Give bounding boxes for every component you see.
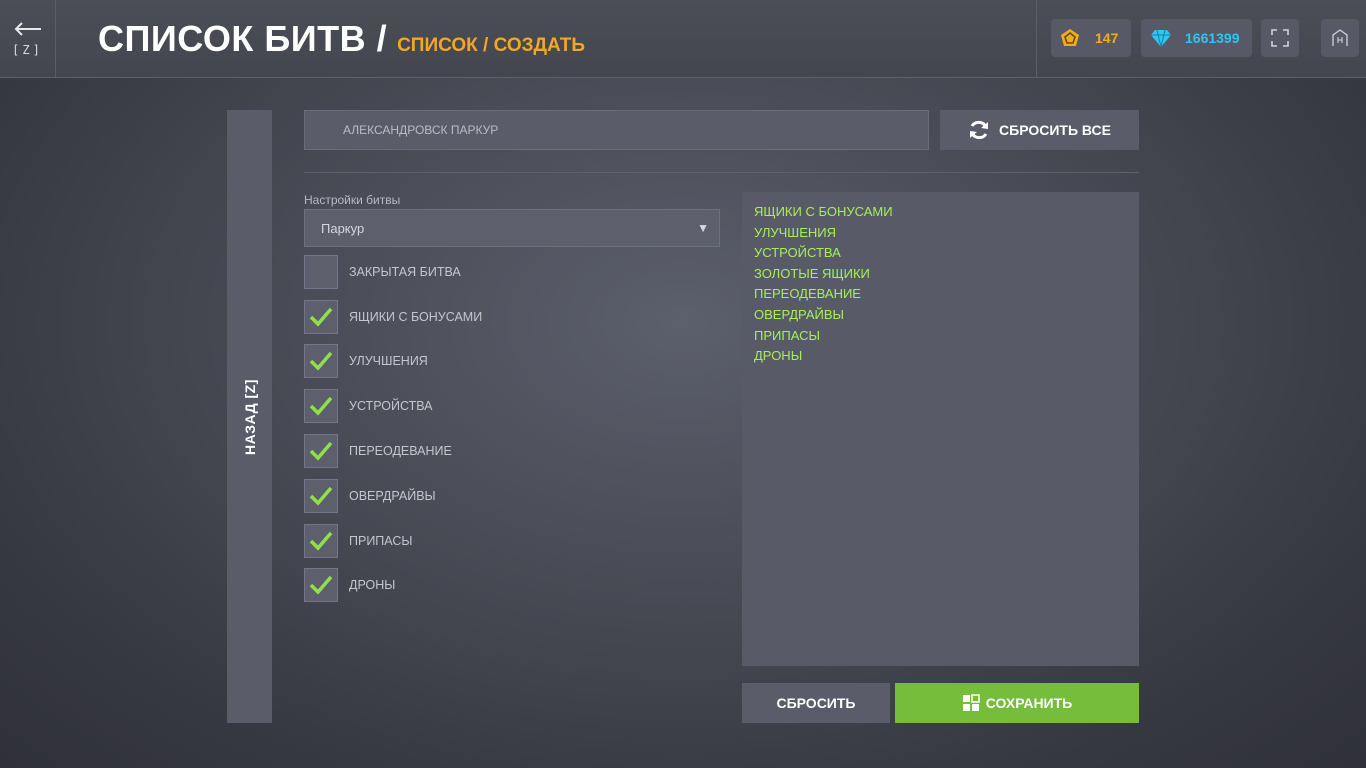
page-title: СПИСОК БИТВ / [98, 18, 388, 59]
settings-summary-panel: ЯЩИКИ С БОНУСАМИ УЛУЧШЕНИЯ УСТРОЙСТВА ЗО… [742, 192, 1139, 666]
divider [304, 172, 1139, 173]
option-upgrades[interactable]: УЛУЧШЕНИЯ [304, 344, 704, 378]
summary-item: ДРОНЫ [754, 348, 803, 364]
refresh-icon [970, 120, 989, 140]
home-button[interactable] [1321, 19, 1359, 57]
checkmark-icon [309, 531, 333, 551]
checkbox[interactable] [304, 434, 338, 468]
reset-all-label: СБРОСИТЬ ВСЕ [999, 122, 1111, 138]
crystal-counter[interactable]: 1661399 [1141, 19, 1252, 57]
option-drones[interactable]: ДРОНЫ [304, 568, 704, 602]
checkbox[interactable] [304, 479, 338, 513]
option-label: ПРИПАСЫ [349, 534, 413, 548]
checkbox[interactable] [304, 568, 338, 602]
battle-mode-select[interactable]: Паркур ▼ [304, 209, 720, 247]
battle-name-input[interactable] [304, 110, 929, 150]
option-label: ПЕРЕОДЕВАНИЕ [349, 444, 452, 458]
back-button[interactable]: [Z] [0, 0, 56, 77]
reset-all-button[interactable]: СБРОСИТЬ ВСЕ [940, 110, 1139, 150]
battle-mode-value: Паркур [321, 221, 365, 236]
option-label: ДРОНЫ [349, 578, 396, 592]
gold-crystal-icon [1061, 29, 1079, 46]
summary-item: УСТРОЙСТВА [754, 245, 841, 261]
option-label: УЛУЧШЕНИЯ [349, 354, 428, 368]
checkbox[interactable] [304, 344, 338, 378]
option-label: ЗАКРЫТАЯ БИТВА [349, 265, 461, 279]
gold-counter[interactable]: 147 [1051, 19, 1131, 57]
chevron-down-icon: ▼ [697, 221, 709, 235]
option-overdrives[interactable]: ОВЕРДРАЙВЫ [304, 479, 704, 513]
breadcrumb: СПИСОК / СОЗДАТЬ [397, 35, 586, 56]
option-label: ОВЕРДРАЙВЫ [349, 489, 436, 503]
option-bonus-boxes[interactable]: ЯЩИКИ С БОНУСАМИ [304, 300, 704, 334]
summary-item: ПРИПАСЫ [754, 327, 820, 343]
side-back-button[interactable]: НАЗАД [Z] [227, 110, 272, 723]
option-label: ЯЩИКИ С БОНУСАМИ [349, 310, 483, 324]
battle-settings-label: Настройки битвы [304, 193, 401, 207]
save-label: СОХРАНИТЬ [985, 695, 1073, 711]
option-devices[interactable]: УСТРОЙСТВА [304, 389, 704, 423]
page-title-group: СПИСОК БИТВ / СПИСОК / СОЗДАТЬ [98, 18, 585, 60]
save-button[interactable]: СОХРАНИТЬ [895, 683, 1139, 723]
option-supplies[interactable]: ПРИПАСЫ [304, 524, 704, 558]
reset-button[interactable]: СБРОСИТЬ [742, 683, 890, 723]
checkbox[interactable] [304, 255, 338, 289]
checkmark-icon [309, 396, 333, 416]
checkmark-icon [309, 441, 333, 461]
crystal-value: 1661399 [1185, 30, 1240, 46]
summary-item: ОВЕРДРАЙВЫ [754, 306, 845, 322]
checkmark-icon [309, 351, 333, 371]
top-bar: [Z] СПИСОК БИТВ / СПИСОК / СОЗДАТЬ 147 1… [0, 0, 1366, 78]
side-back-label: НАЗАД [Z] [241, 378, 258, 455]
summary-item: УЛУЧШЕНИЯ [754, 224, 836, 240]
checkmark-icon [309, 307, 333, 327]
checkmark-icon [309, 575, 333, 595]
summary-item: ЗОЛОТЫЕ ЯЩИКИ [754, 265, 870, 281]
checkmark-icon [309, 486, 333, 506]
gold-value: 147 [1095, 30, 1119, 46]
grid-icon [962, 694, 980, 711]
arrow-left-icon [14, 21, 41, 36]
diamond-icon [1151, 29, 1171, 48]
fullscreen-icon [1271, 29, 1289, 47]
checkbox[interactable] [304, 524, 338, 558]
summary-item: ПЕРЕОДЕВАНИЕ [754, 286, 861, 302]
reset-label: СБРОСИТЬ [776, 695, 856, 711]
option-label: УСТРОЙСТВА [349, 399, 433, 413]
home-icon [1332, 29, 1348, 46]
fullscreen-button[interactable] [1261, 19, 1299, 57]
checkbox[interactable] [304, 300, 338, 334]
summary-item: ЯЩИКИ С БОНУСАМИ [754, 204, 893, 219]
option-closed-battle[interactable]: ЗАКРЫТАЯ БИТВА [304, 255, 704, 289]
back-hotkey: [Z] [12, 42, 43, 57]
top-right-panel: 147 1661399 [1036, 0, 1366, 77]
option-skins[interactable]: ПЕРЕОДЕВАНИЕ [304, 434, 704, 468]
checkbox[interactable] [304, 389, 338, 423]
